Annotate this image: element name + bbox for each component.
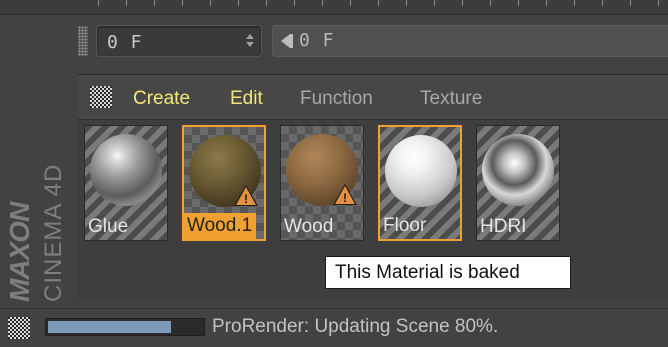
drag-grip-icon[interactable]	[78, 26, 88, 56]
current-frame-field[interactable]: 0 F	[96, 25, 262, 57]
material-wood-1[interactable]: ! Wood.1	[182, 125, 266, 241]
menu-edit[interactable]: Edit	[230, 88, 263, 110]
material-name: Floor	[383, 215, 427, 236]
frame-slider[interactable]: 0 F	[272, 25, 668, 57]
warning-triangle-icon: !	[333, 184, 357, 205]
material-name: Glue	[88, 216, 129, 237]
spinner-arrows-icon[interactable]	[245, 32, 255, 50]
material-preview-sphere	[482, 134, 554, 206]
frame-slider-value: 0 F	[299, 30, 335, 51]
material-name: HDRI	[480, 216, 527, 237]
current-frame-value: 0 F	[107, 32, 143, 53]
status-text: ProRender: Updating Scene 80%.	[212, 316, 499, 337]
material-name: Wood.1	[184, 213, 257, 239]
material-floor[interactable]: Floor	[378, 125, 462, 241]
material-menubar: Create Edit Function Texture	[78, 75, 668, 120]
render-progress-bar	[45, 318, 205, 336]
slider-handle-icon[interactable]	[281, 34, 290, 48]
logo-brand: MAXON	[4, 202, 35, 302]
material-name: Wood	[284, 216, 334, 237]
material-glue[interactable]: Glue	[84, 125, 168, 241]
slider-handle-bar	[290, 34, 293, 48]
menu-texture[interactable]: Texture	[420, 88, 482, 110]
warning-triangle-icon: !	[234, 185, 258, 206]
material-preview-sphere	[90, 134, 162, 206]
material-wood[interactable]: ! Wood	[280, 125, 364, 241]
render-progress-fill	[48, 321, 171, 333]
material-preview-sphere	[385, 135, 457, 207]
logo-product: CINEMA 4D	[40, 163, 67, 302]
timeline-ruler	[0, 0, 668, 15]
menu-function[interactable]: Function	[300, 88, 373, 110]
material-tooltip: This Material is baked	[325, 256, 571, 289]
panel-grip-icon[interactable]	[90, 86, 112, 108]
menu-create[interactable]: Create	[133, 88, 190, 110]
material-hdri[interactable]: HDRI	[476, 125, 560, 241]
maxon-cinema4d-logo: MAXON CINEMA 4D	[0, 118, 74, 308]
status-bar: ProRender: Updating Scene 80%.	[0, 308, 668, 347]
status-grip-icon[interactable]	[8, 317, 30, 339]
